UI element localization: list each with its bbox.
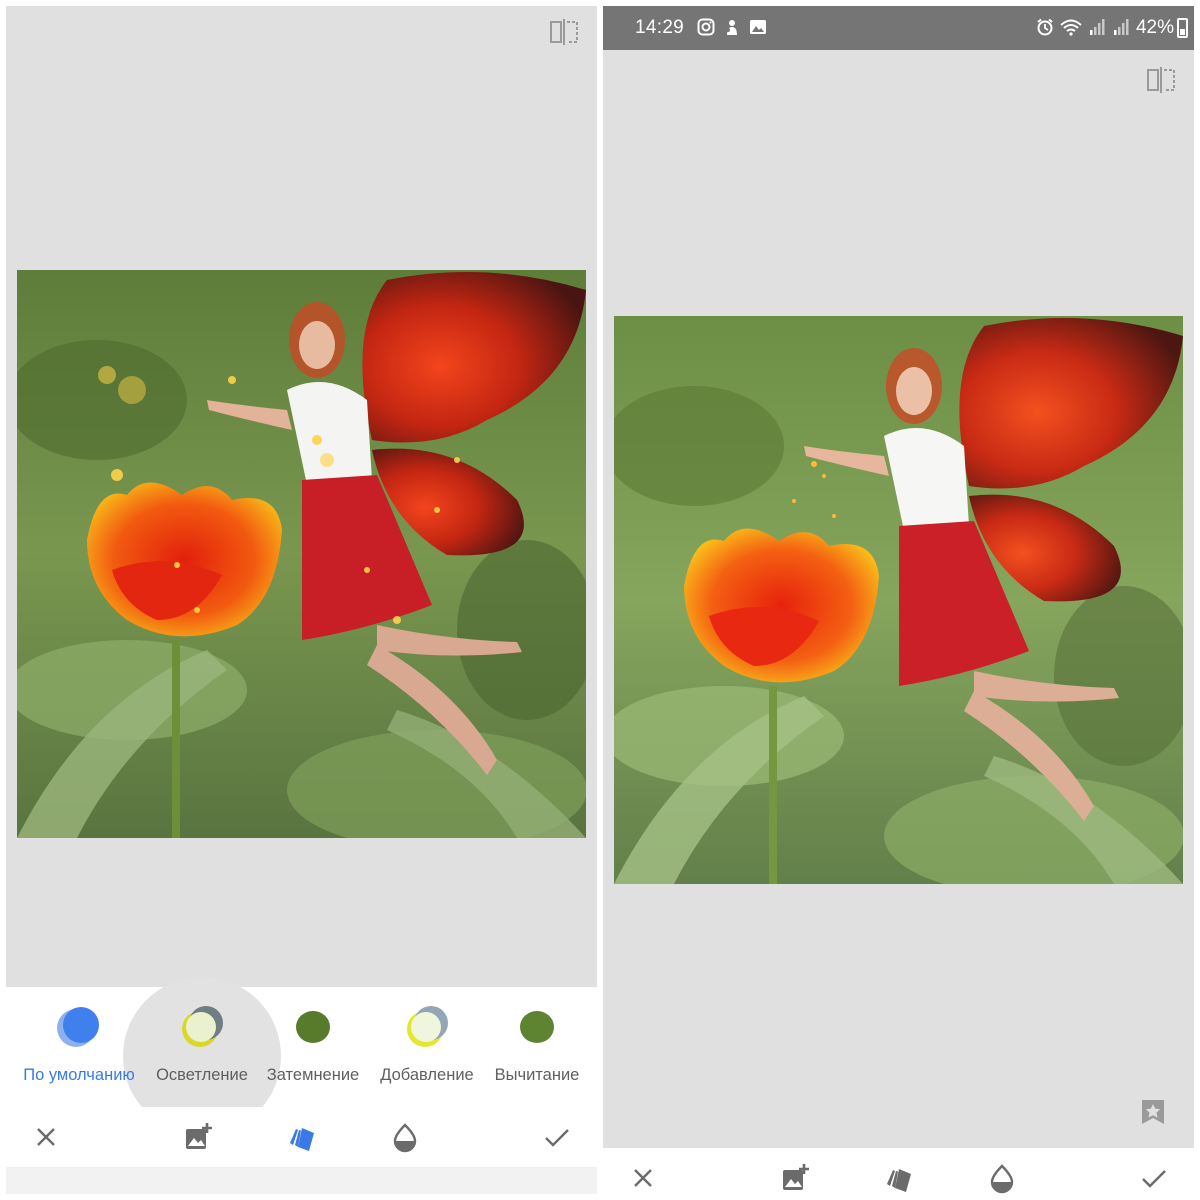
blend-mode-darken[interactable]: Затемнение <box>254 987 372 1107</box>
add-blend-icon <box>403 1005 451 1049</box>
blend-mode-label: Осветление <box>156 1066 248 1084</box>
darken-blend-icon <box>289 1005 337 1049</box>
bottom-toolbar <box>603 1148 1194 1194</box>
left-screenshot: По умолчанию Осветление Затемнение Добав… <box>6 6 597 1194</box>
wifi-icon <box>1060 19 1082 36</box>
subtract-blend-icon <box>513 1005 561 1049</box>
close-icon[interactable] <box>627 1162 659 1194</box>
looks-star-icon[interactable] <box>1140 1098 1166 1126</box>
blend-mode-strip: По умолчанию Осветление Затемнение Добав… <box>6 977 597 1135</box>
gallery-icon <box>750 20 766 34</box>
blend-mode-label: Затемнение <box>266 1066 360 1084</box>
instagram-icon <box>697 18 715 36</box>
navigation-bar <box>6 1167 597 1194</box>
right-screenshot: 14:29 42% <box>603 6 1194 1194</box>
battery-percent: 42% <box>1135 17 1174 38</box>
status-time: 14:29 <box>635 17 685 38</box>
check-icon[interactable] <box>541 1121 573 1153</box>
edited-photo[interactable] <box>17 270 586 838</box>
signal-icon-2 <box>1114 19 1129 35</box>
blend-mode-label: Вычитание <box>494 1066 580 1084</box>
compare-icon[interactable] <box>1146 66 1176 94</box>
result-photo[interactable] <box>614 316 1183 884</box>
check-icon[interactable] <box>1138 1162 1170 1194</box>
bottom-toolbar <box>6 1107 597 1167</box>
blend-mode-label: Добавление <box>380 1066 474 1084</box>
opacity-icon[interactable] <box>389 1121 421 1153</box>
default-blend-icon <box>55 1005 103 1049</box>
alarm-icon <box>1037 18 1053 36</box>
fingerprint-icon <box>726 20 737 35</box>
add-image-icon[interactable] <box>779 1162 811 1194</box>
compare-icon[interactable] <box>549 18 579 46</box>
blend-mode-label: По умолчанию <box>23 1066 135 1084</box>
close-icon[interactable] <box>30 1121 62 1153</box>
blend-mode-default[interactable]: По умолчанию <box>20 987 138 1107</box>
blend-mode-add[interactable]: Добавление <box>368 987 486 1107</box>
add-image-icon[interactable] <box>182 1121 214 1153</box>
opacity-icon[interactable] <box>986 1162 1018 1194</box>
battery-icon <box>1177 18 1188 38</box>
blend-mode-lighten[interactable]: Осветление <box>143 987 261 1107</box>
layers-icon[interactable] <box>881 1162 913 1194</box>
status-bar: 14:29 42% <box>603 6 1194 50</box>
signal-icon <box>1090 19 1105 35</box>
lighten-blend-icon <box>178 1005 226 1049</box>
layers-icon[interactable] <box>284 1121 316 1153</box>
editor-canvas <box>6 6 597 987</box>
blend-mode-subtract[interactable]: Вычитание <box>478 987 596 1107</box>
